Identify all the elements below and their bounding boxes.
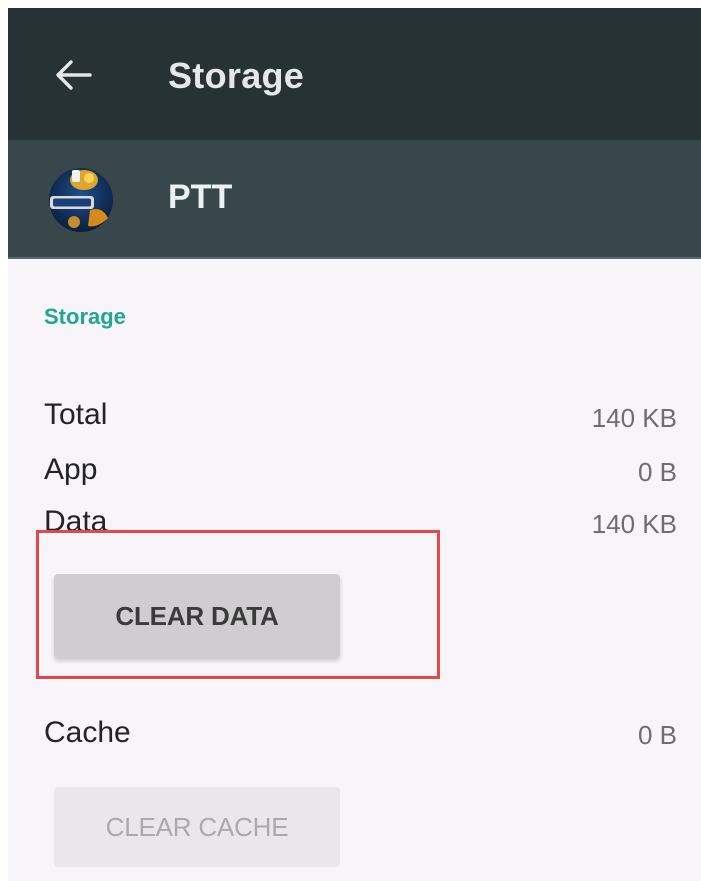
app-header: PTT — [0, 140, 701, 259]
storage-section-label: Storage — [44, 304, 126, 329]
app-value: 0 B — [637, 457, 677, 487]
ptt-app-icon — [49, 168, 113, 232]
cache-label: Cache — [44, 716, 131, 749]
app-label: App — [44, 453, 98, 486]
total-value: 140 KB — [591, 403, 677, 433]
total-label: Total — [44, 398, 108, 431]
screen-edge-left — [0, 0, 8, 881]
highlight-box — [36, 530, 440, 679]
screen-edge-top — [0, 0, 701, 8]
cache-value: 0 B — [637, 720, 677, 750]
arrow-left-icon[interactable] — [52, 54, 94, 96]
storage-screen: Storage PTT Storage Total 140 KB App 0 B… — [0, 0, 701, 881]
clear-cache-button[interactable]: CLEAR CACHE — [54, 787, 340, 867]
page-title: Storage — [168, 55, 305, 96]
data-value: 140 KB — [591, 509, 677, 539]
toolbar: Storage — [0, 8, 701, 140]
app-name: PTT — [168, 178, 233, 216]
